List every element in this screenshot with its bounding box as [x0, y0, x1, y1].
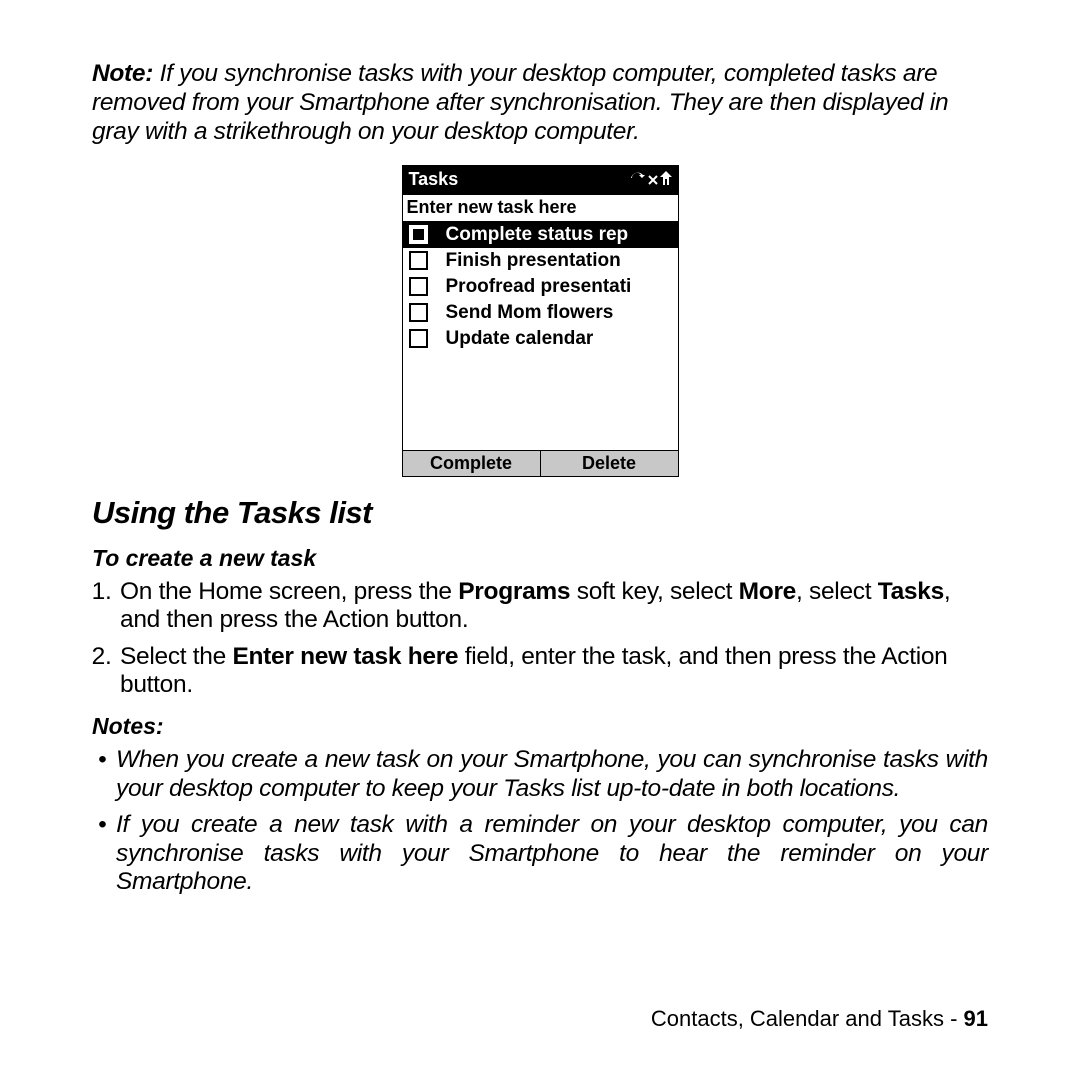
note-label: Note: — [92, 60, 153, 87]
task-label: Proofread presentati — [446, 276, 676, 298]
page-footer: Contacts, Calendar and Tasks - 91 — [651, 1006, 988, 1032]
footer-text: Contacts, Calendar and Tasks - — [651, 1006, 964, 1031]
task-checkbox[interactable] — [409, 225, 428, 244]
task-row[interactable]: Proofread presentati — [403, 274, 678, 300]
note-item: If you create a new task with a reminder… — [96, 811, 988, 896]
task-row[interactable]: Update calendar — [403, 326, 678, 352]
task-label: Update calendar — [446, 328, 676, 350]
softkey-complete[interactable]: Complete — [403, 451, 540, 476]
softkey-bar: Complete Delete — [403, 450, 678, 476]
task-label: Send Mom flowers — [446, 302, 676, 324]
input-placeholder: Enter new task here — [407, 197, 577, 217]
note-paragraph: Note: If you synchronise tasks with your… — [92, 60, 988, 147]
task-row[interactable]: Send Mom flowers — [403, 300, 678, 326]
step-1: On the Home screen, press the Programs s… — [118, 578, 988, 635]
note-text: If you synchronise tasks with your deskt… — [92, 60, 948, 145]
task-row[interactable]: Finish presentation — [403, 248, 678, 274]
task-checkbox[interactable] — [409, 303, 428, 322]
close-icon — [648, 169, 658, 190]
task-checkbox[interactable] — [409, 329, 428, 348]
softkey-delete[interactable]: Delete — [540, 451, 678, 476]
note-item: When you create a new task on your Smart… — [96, 746, 988, 803]
app-title: Tasks — [409, 169, 459, 190]
task-row[interactable]: Complete status rep — [403, 222, 678, 248]
page-number: 91 — [964, 1006, 988, 1031]
task-list: Complete status rep Finish presentation … — [403, 222, 678, 450]
task-label: Complete status rep — [446, 224, 676, 246]
step-2: Select the Enter new task here field, en… — [118, 643, 988, 700]
task-label: Finish presentation — [446, 250, 676, 272]
sync-icon — [630, 169, 646, 190]
task-checkbox[interactable] — [409, 277, 428, 296]
section-heading: Using the Tasks list — [92, 495, 988, 531]
task-checkbox[interactable] — [409, 251, 428, 270]
title-bar: Tasks — [403, 166, 678, 194]
notes-list: When you create a new task on your Smart… — [92, 746, 988, 896]
steps-list: On the Home screen, press the Programs s… — [92, 578, 988, 700]
subheading-create-task: To create a new task — [92, 545, 988, 572]
notes-heading: Notes: — [92, 713, 988, 740]
new-task-input[interactable]: Enter new task here — [403, 194, 678, 222]
device-screenshot: Tasks Enter new task here — [92, 165, 988, 477]
signal-icon — [660, 169, 672, 190]
